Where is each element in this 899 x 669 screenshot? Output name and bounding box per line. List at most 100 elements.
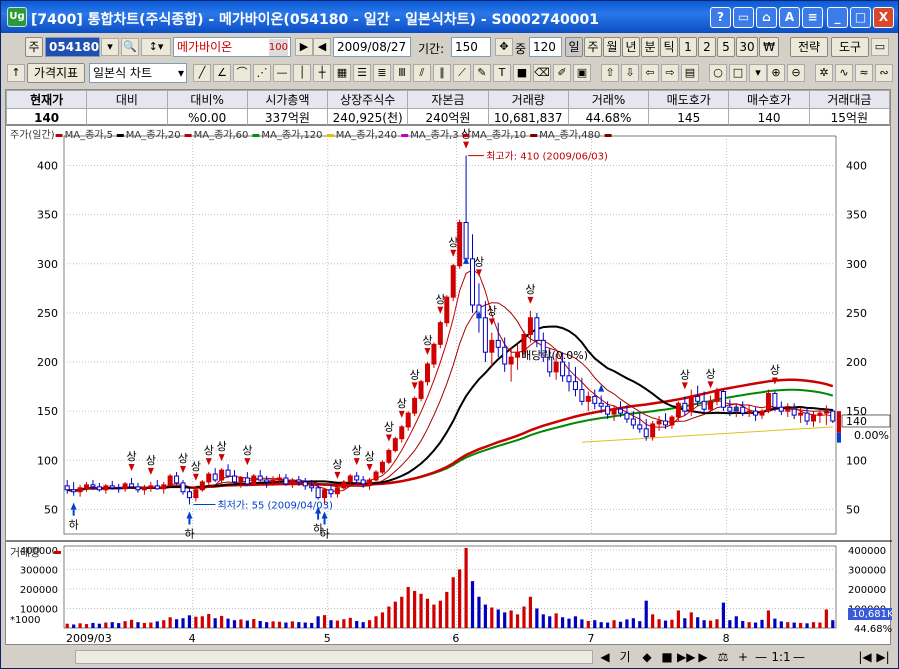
- collapse-arrow-icon[interactable]: ↑: [7, 64, 25, 82]
- bars-icon[interactable]: Ⅲ: [393, 64, 411, 82]
- channel-icon[interactable]: ⫽: [413, 64, 431, 82]
- angle-icon[interactable]: ∠: [213, 64, 231, 82]
- interval-1-button[interactable]: 1: [679, 37, 697, 57]
- stock-code-input[interactable]: 054180: [45, 37, 100, 57]
- dropdown-icon[interactable]: ▾: [749, 64, 767, 82]
- image-icon[interactable]: ▣: [573, 64, 591, 82]
- title-bar[interactable]: Ug [7400] 통합차트(주식종합) - 메가바이온(054180 - 일간…: [1, 1, 898, 33]
- legend-label: MA_종가,240: [336, 129, 397, 141]
- andrews-icon[interactable]: ⟋: [453, 64, 471, 82]
- vertical-line-icon[interactable]: │: [293, 64, 311, 82]
- one-to-one-button[interactable]: 1:1: [769, 649, 793, 665]
- last-button[interactable]: ▶|: [875, 649, 891, 665]
- period-minute-button[interactable]: 분: [641, 37, 659, 57]
- diamond-button[interactable]: ◆: [639, 649, 655, 665]
- interval-30-button[interactable]: 30: [736, 37, 758, 57]
- color-icon[interactable]: ■: [513, 64, 531, 82]
- right-arrow-icon[interactable]: ⇨: [661, 64, 679, 82]
- zoom-out-button[interactable]: —: [753, 649, 769, 665]
- zoom-out-icon[interactable]: ⊖: [787, 64, 805, 82]
- quote-header: 매수호가: [728, 90, 810, 109]
- prev-arrow-icon[interactable]: ◀: [313, 38, 331, 56]
- candle-body: [77, 487, 83, 493]
- candle-body: [199, 481, 205, 491]
- menu-button[interactable]: ≡: [802, 7, 823, 28]
- next-arrow-icon[interactable]: ▶: [295, 38, 313, 56]
- zoom-icon[interactable]: ⊕: [767, 64, 785, 82]
- circle-icon[interactable]: ○: [709, 64, 727, 82]
- candle-body: [412, 397, 418, 414]
- quote-value: 145: [648, 108, 730, 127]
- close-button[interactable]: X: [873, 7, 894, 28]
- restore-layout-button[interactable]: ▭: [733, 7, 754, 28]
- stop-button[interactable]: ■: [659, 649, 675, 665]
- horizontal-line-icon[interactable]: —: [273, 64, 291, 82]
- fan-icon[interactable]: ⋰: [253, 64, 271, 82]
- zoom-in-button[interactable]: +: [735, 649, 751, 665]
- chart-type-select[interactable]: 일본식 차트 ▾: [89, 63, 187, 83]
- search-icon[interactable]: 🔍: [121, 38, 139, 56]
- analysis-icon[interactable]: ∾: [875, 64, 893, 82]
- pencil-icon[interactable]: ✎: [473, 64, 491, 82]
- code-dropdown-icon[interactable]: ▾: [101, 38, 119, 56]
- arc-icon[interactable]: ⌒: [233, 64, 251, 82]
- period-week-button[interactable]: 주: [584, 37, 602, 57]
- interval-2-button[interactable]: 2: [698, 37, 716, 57]
- wave-alt-icon[interactable]: ≈: [855, 64, 873, 82]
- home-button[interactable]: ⌂: [756, 7, 777, 28]
- volume-bar: [129, 619, 134, 628]
- volume-bar: [245, 620, 249, 628]
- memo-icon[interactable]: ▤: [681, 64, 699, 82]
- down-arrow-icon[interactable]: ⇩: [621, 64, 639, 82]
- quote-header: 거래대금: [808, 90, 891, 109]
- stock-name-field[interactable]: 메가바이온 100: [173, 37, 291, 57]
- rectangle-icon[interactable]: □: [729, 64, 747, 82]
- settings-icon[interactable]: ✲: [815, 64, 833, 82]
- cross-line-icon[interactable]: ┼: [313, 64, 331, 82]
- slider-handle[interactable]: —: [791, 649, 807, 665]
- retracement-icon[interactable]: ≣: [373, 64, 391, 82]
- date-field[interactable]: 2009/08/27: [333, 37, 411, 57]
- trendline-icon[interactable]: ╱: [193, 64, 211, 82]
- sort-icon[interactable]: ↕▾: [141, 38, 171, 56]
- market-type-button[interactable]: 주: [25, 37, 43, 57]
- period-month-button[interactable]: 월: [603, 37, 621, 57]
- price-chart[interactable]: 50 50100 100150 150200 200250 250300 300350 350…: [6, 126, 892, 646]
- fibonacci-icon[interactable]: ☰: [353, 64, 371, 82]
- tools-button[interactable]: 도구: [831, 37, 869, 57]
- help-button[interactable]: ?: [710, 7, 731, 28]
- grid-icon[interactable]: ▦: [333, 64, 351, 82]
- fast-forward-button[interactable]: ▶▶: [677, 649, 695, 665]
- chart-area[interactable]: 50 50 100 100 150 150 200 200 250 250 300 300 350 350…: [5, 125, 892, 646]
- volume-bar: [766, 610, 771, 628]
- horizontal-scrollbar[interactable]: [75, 650, 593, 664]
- count-input[interactable]: 120: [529, 37, 562, 57]
- parallel-icon[interactable]: ∥: [433, 64, 451, 82]
- scale-button[interactable]: ⚖: [715, 649, 731, 665]
- period-tick-button[interactable]: 틱: [660, 37, 678, 57]
- maximize-button[interactable]: □: [850, 7, 871, 28]
- status-bar: ◀ 기 ◆ ■ ▶▶ ▶ ⚖ + —1:1— |◀ ▶|: [5, 647, 896, 667]
- period-day-button[interactable]: 일: [565, 37, 583, 57]
- play-button[interactable]: ▶: [695, 649, 711, 665]
- left-arrow-icon[interactable]: ⇦: [641, 64, 659, 82]
- text-icon[interactable]: T: [493, 64, 511, 82]
- move-icon[interactable]: ✥: [495, 38, 513, 56]
- period-input[interactable]: 150: [451, 37, 491, 57]
- indicator-button[interactable]: 가격지표: [27, 63, 85, 83]
- scroll-left-button[interactable]: ◀: [597, 649, 613, 665]
- currency-button[interactable]: ₩: [759, 37, 779, 57]
- font-button[interactable]: A: [779, 7, 800, 28]
- period-button[interactable]: 기: [617, 649, 633, 665]
- first-button[interactable]: |◀: [857, 649, 873, 665]
- minimize-button[interactable]: _: [827, 7, 848, 28]
- strategy-button[interactable]: 전략: [790, 37, 828, 57]
- eraser-icon[interactable]: ⌫: [533, 64, 551, 82]
- up-limit-label: 상: [146, 454, 156, 467]
- wave-icon[interactable]: ∿: [835, 64, 853, 82]
- interval-5-button[interactable]: 5: [717, 37, 735, 57]
- period-year-button[interactable]: 년: [622, 37, 640, 57]
- edit-icon[interactable]: ✐: [553, 64, 571, 82]
- folder-icon[interactable]: ▭: [871, 38, 889, 56]
- up-arrow-icon[interactable]: ⇧: [601, 64, 619, 82]
